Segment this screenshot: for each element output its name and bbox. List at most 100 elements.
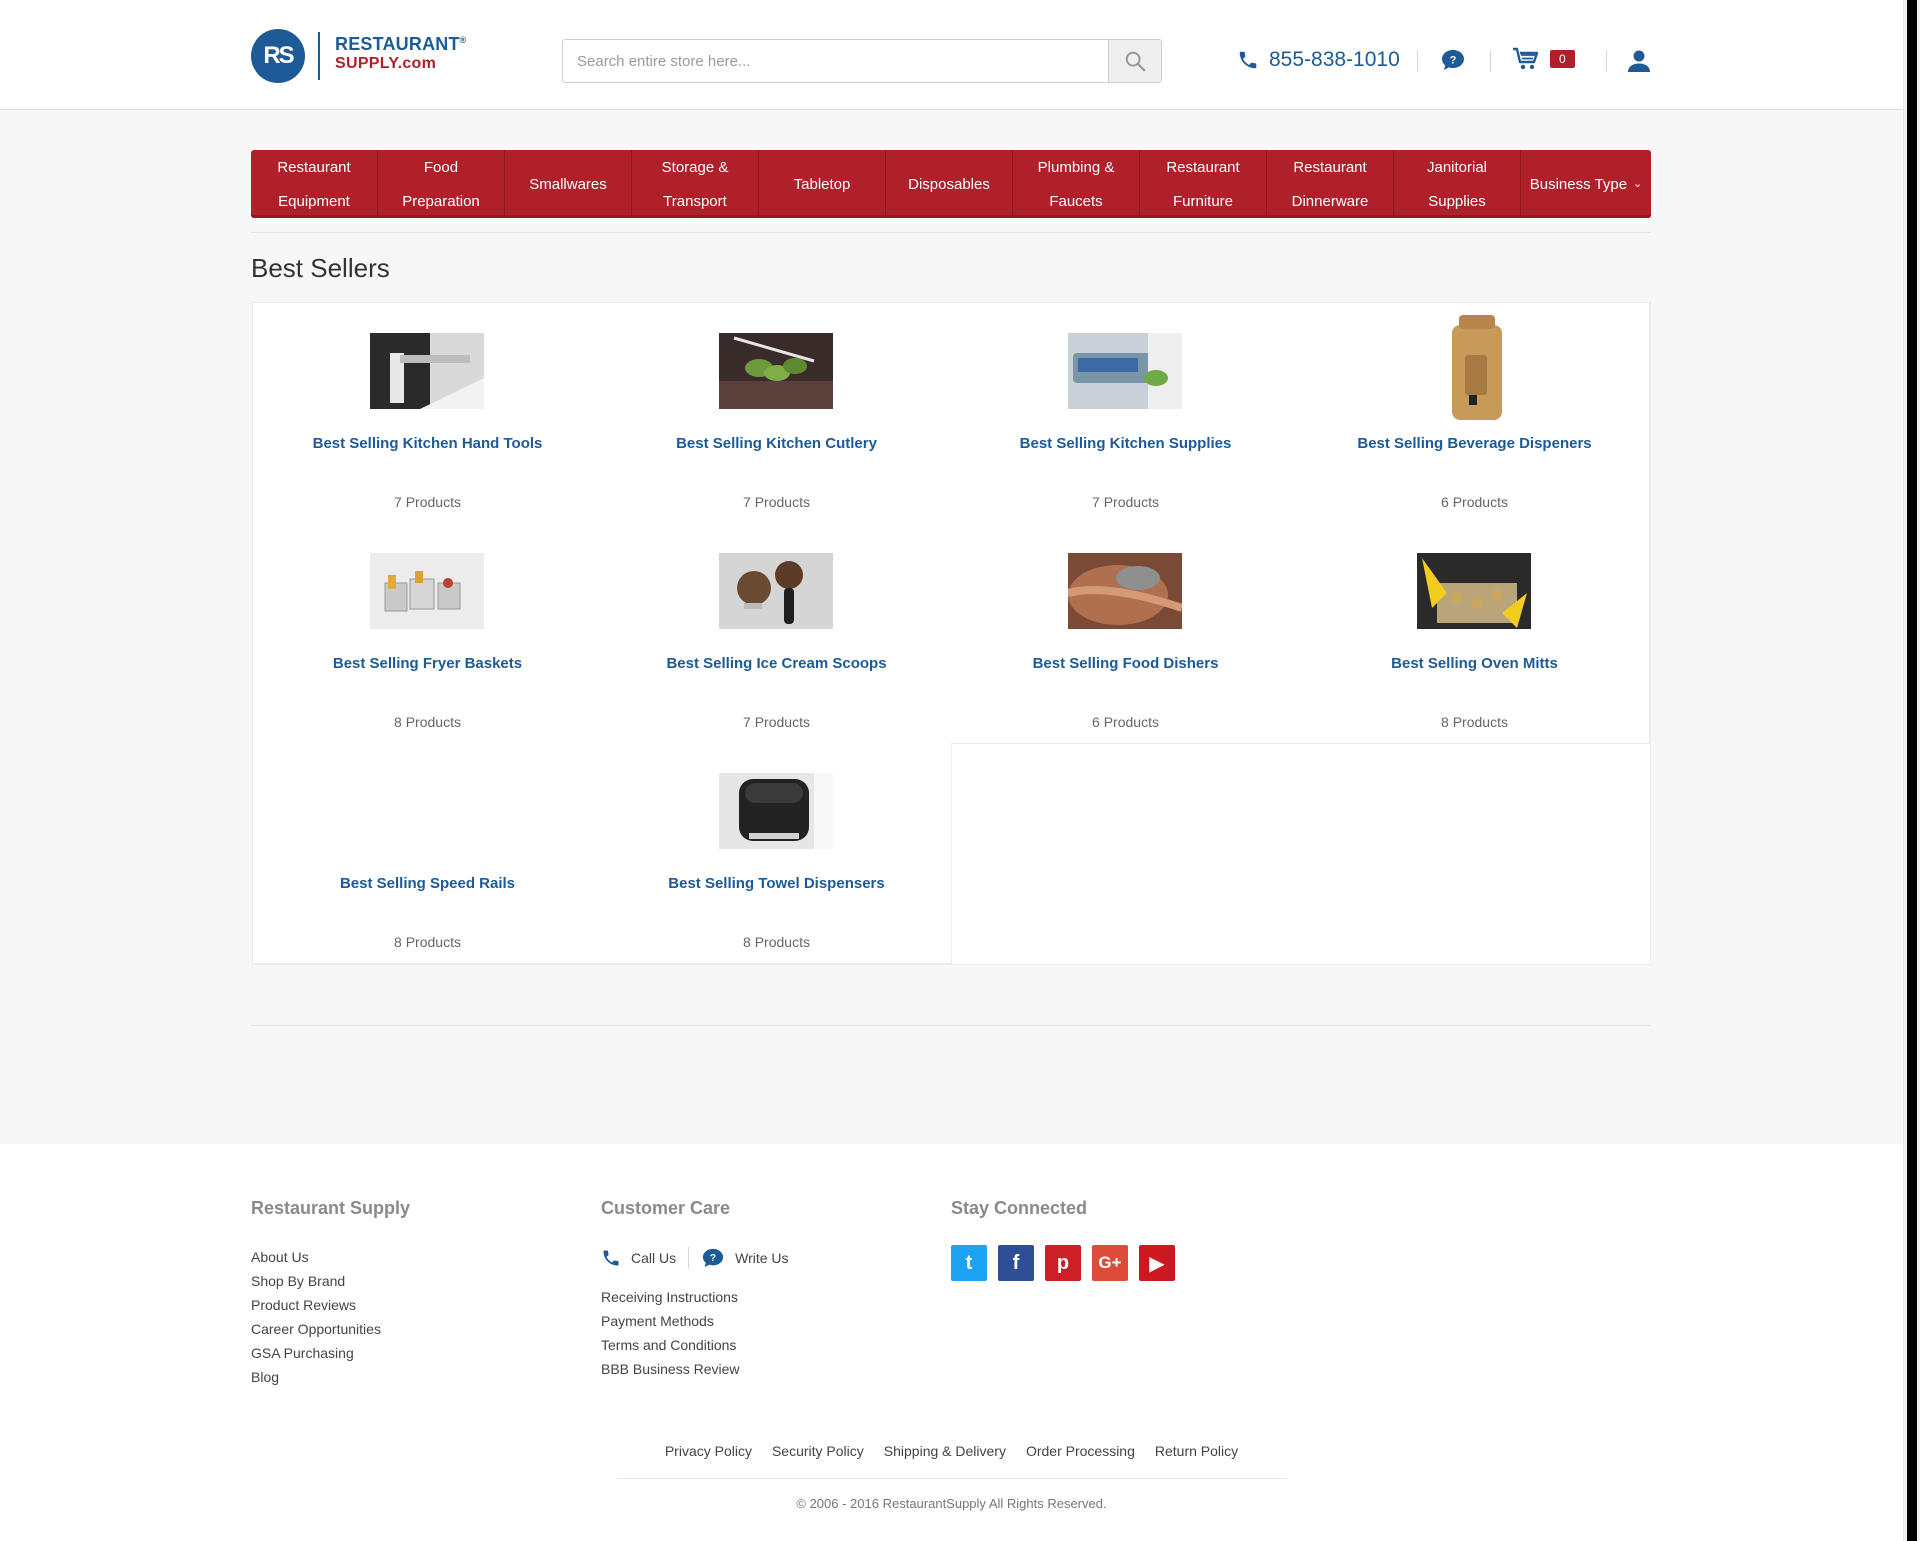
page-scrollbar[interactable] (1903, 0, 1920, 1541)
nav-item[interactable]: Plumbing & Faucets (1013, 150, 1140, 218)
footer-link[interactable]: BBB Business Review (601, 1357, 789, 1381)
write-us-link[interactable]: Write Us (735, 1250, 788, 1266)
policy-link[interactable]: Shipping & Delivery (884, 1443, 1006, 1459)
footer-link[interactable]: Terms and Conditions (601, 1333, 789, 1357)
nav-item-label: Dinnerware (1291, 192, 1369, 210)
nav-item-label: Supplies (1428, 192, 1486, 210)
footer-col-stay-connected: Stay Connected t f p G+ ▶ (951, 1198, 1175, 1281)
nav-item[interactable]: Smallwares (505, 150, 632, 218)
category-name-link[interactable]: Best Selling Kitchen Cutlery (602, 435, 951, 452)
pinterest-icon[interactable]: p (1045, 1245, 1081, 1281)
nav-item[interactable]: Storage & Transport (632, 150, 759, 218)
category-thumbnail[interactable] (1417, 553, 1531, 629)
nav-item[interactable]: Food Preparation (378, 150, 505, 218)
nav-item-label: Restaurant (1293, 158, 1367, 176)
cart-button[interactable]: 0 (1512, 46, 1575, 72)
logo-mark: RS (251, 29, 305, 83)
google-plus-icon[interactable]: G+ (1092, 1245, 1128, 1281)
logo-text-supply: SUPPLY.com (335, 55, 437, 72)
footer-heading: Restaurant Supply (251, 1198, 411, 1218)
category-thumbnail[interactable] (1068, 553, 1182, 629)
copyright: © 2006 - 2016 RestaurantSupply All Right… (796, 1496, 1107, 1511)
site-logo[interactable]: RS RESTAURANT® SUPPLY.com (251, 29, 501, 83)
category-card[interactable]: Best Selling Beverage Dispeners 6 Product… (1300, 303, 1650, 524)
footer-link[interactable]: Receiving Instructions (601, 1285, 789, 1309)
nav-item[interactable]: Restaurant Equipment (251, 150, 378, 218)
header-separator (1606, 50, 1607, 72)
category-card[interactable]: Best Selling Kitchen Cutlery 7 Products (602, 303, 952, 524)
scrollbar-thumb[interactable] (1907, 0, 1917, 1541)
nav-item[interactable]: Restaurant Dinnerware (1267, 150, 1394, 218)
footer-link[interactable]: Shop By Brand (251, 1269, 410, 1293)
category-name-link[interactable]: Best Selling Oven Mitts (1300, 655, 1649, 672)
category-card[interactable]: Best Selling Food Dishers 6 Products (951, 523, 1301, 744)
category-card[interactable]: Best Selling Kitchen Supplies 7 Products (951, 303, 1301, 524)
chat-bubble-icon: ? (1442, 50, 1464, 70)
category-thumbnail[interactable] (719, 553, 833, 629)
chevron-down-icon: ⌄ (1633, 177, 1643, 190)
policy-link[interactable]: Order Processing (1026, 1443, 1135, 1459)
search-button[interactable] (1108, 40, 1161, 82)
footer-link[interactable]: Blog (251, 1365, 410, 1389)
nav-item-label: Business Type (1529, 175, 1628, 193)
search-icon (1125, 51, 1146, 72)
category-name-link[interactable]: Best Selling Kitchen Supplies (951, 435, 1300, 452)
footer-link[interactable]: GSA Purchasing (251, 1341, 410, 1365)
search-input[interactable] (563, 40, 1111, 82)
nav-item[interactable]: Tabletop (759, 150, 886, 218)
category-card[interactable]: Best Selling Ice Cream Scoops 7 Products (602, 523, 952, 744)
footer-col-restaurant-supply: Restaurant Supply About Us Shop By Brand P… (251, 1198, 410, 1389)
category-thumbnail[interactable] (370, 553, 484, 629)
twitter-icon[interactable]: t (951, 1245, 987, 1281)
footer-link[interactable]: Product Reviews (251, 1293, 410, 1317)
nav-item-label: Smallwares (529, 175, 607, 193)
category-name-link[interactable]: Best Selling Ice Cream Scoops (602, 655, 951, 672)
facebook-icon[interactable]: f (998, 1245, 1034, 1281)
product-count: 7 Products (1092, 494, 1159, 510)
category-thumbnail[interactable] (370, 333, 484, 409)
category-nav: Restaurant Equipment Food Preparation Smallw… (251, 150, 1651, 218)
header-separator (1490, 50, 1491, 72)
category-name-link[interactable]: Best Selling Beverage Dispeners (1300, 435, 1649, 452)
product-count: 6 Products (1092, 714, 1159, 730)
site-header: RS RESTAURANT® SUPPLY.com 855-838-1010 ?… (0, 0, 1903, 110)
policy-link[interactable]: Security Policy (772, 1443, 864, 1459)
nav-item-label: Plumbing & (1037, 158, 1115, 176)
footer-link[interactable]: Payment Methods (601, 1309, 789, 1333)
phone-number: 855-838-1010 (1269, 48, 1400, 71)
category-card[interactable]: Best Selling Towel Dispensers 8 Products (602, 743, 952, 964)
help-chat-button[interactable]: ? (1440, 48, 1466, 77)
category-thumbnail[interactable] (719, 773, 833, 849)
youtube-icon[interactable]: ▶ (1139, 1245, 1175, 1281)
category-card[interactable]: Best Selling Speed Rails 8 Products (253, 743, 603, 964)
nav-item[interactable]: Janitorial Supplies (1394, 150, 1521, 218)
category-name-link[interactable]: Best Selling Towel Dispensers (602, 875, 951, 892)
social-links: t f p G+ ▶ (951, 1245, 1175, 1281)
category-thumbnail[interactable] (1417, 315, 1531, 425)
category-card[interactable]: Best Selling Oven Mitts 8 Products (1300, 523, 1650, 744)
footer-link[interactable]: About Us (251, 1245, 410, 1269)
care-contact-row: Call Us ? Write Us (601, 1245, 789, 1271)
account-button[interactable] (1626, 48, 1652, 79)
policy-link[interactable]: Privacy Policy (665, 1443, 752, 1459)
category-card[interactable]: Best Selling Fryer Baskets 8 Products (253, 523, 603, 744)
product-count: 8 Products (394, 714, 461, 730)
product-count: 7 Products (743, 494, 810, 510)
category-name-link[interactable]: Best Selling Fryer Baskets (253, 655, 602, 672)
category-thumbnail[interactable] (1068, 333, 1182, 409)
category-name-link[interactable]: Best Selling Kitchen Hand Tools (253, 435, 602, 452)
nav-item[interactable]: Restaurant Furniture (1140, 150, 1267, 218)
header-separator (1417, 50, 1418, 72)
policy-link[interactable]: Return Policy (1155, 1443, 1238, 1459)
category-card[interactable]: Best Selling Kitchen Hand Tools 7 Product… (253, 303, 603, 524)
phone-link[interactable]: 855-838-1010 (1237, 44, 1400, 76)
category-name-link[interactable]: Best Selling Food Dishers (951, 655, 1300, 672)
nav-business-type-dropdown[interactable]: Business Type ⌄ (1521, 150, 1651, 218)
nav-item-label: Preparation (402, 192, 480, 210)
category-name-link[interactable]: Best Selling Speed Rails (253, 875, 602, 892)
call-us-link[interactable]: Call Us (631, 1250, 676, 1266)
category-thumbnail[interactable] (719, 333, 833, 409)
footer-link[interactable]: Career Opportunities (251, 1317, 410, 1341)
divider (617, 1478, 1287, 1479)
nav-item[interactable]: Disposables (886, 150, 1013, 218)
